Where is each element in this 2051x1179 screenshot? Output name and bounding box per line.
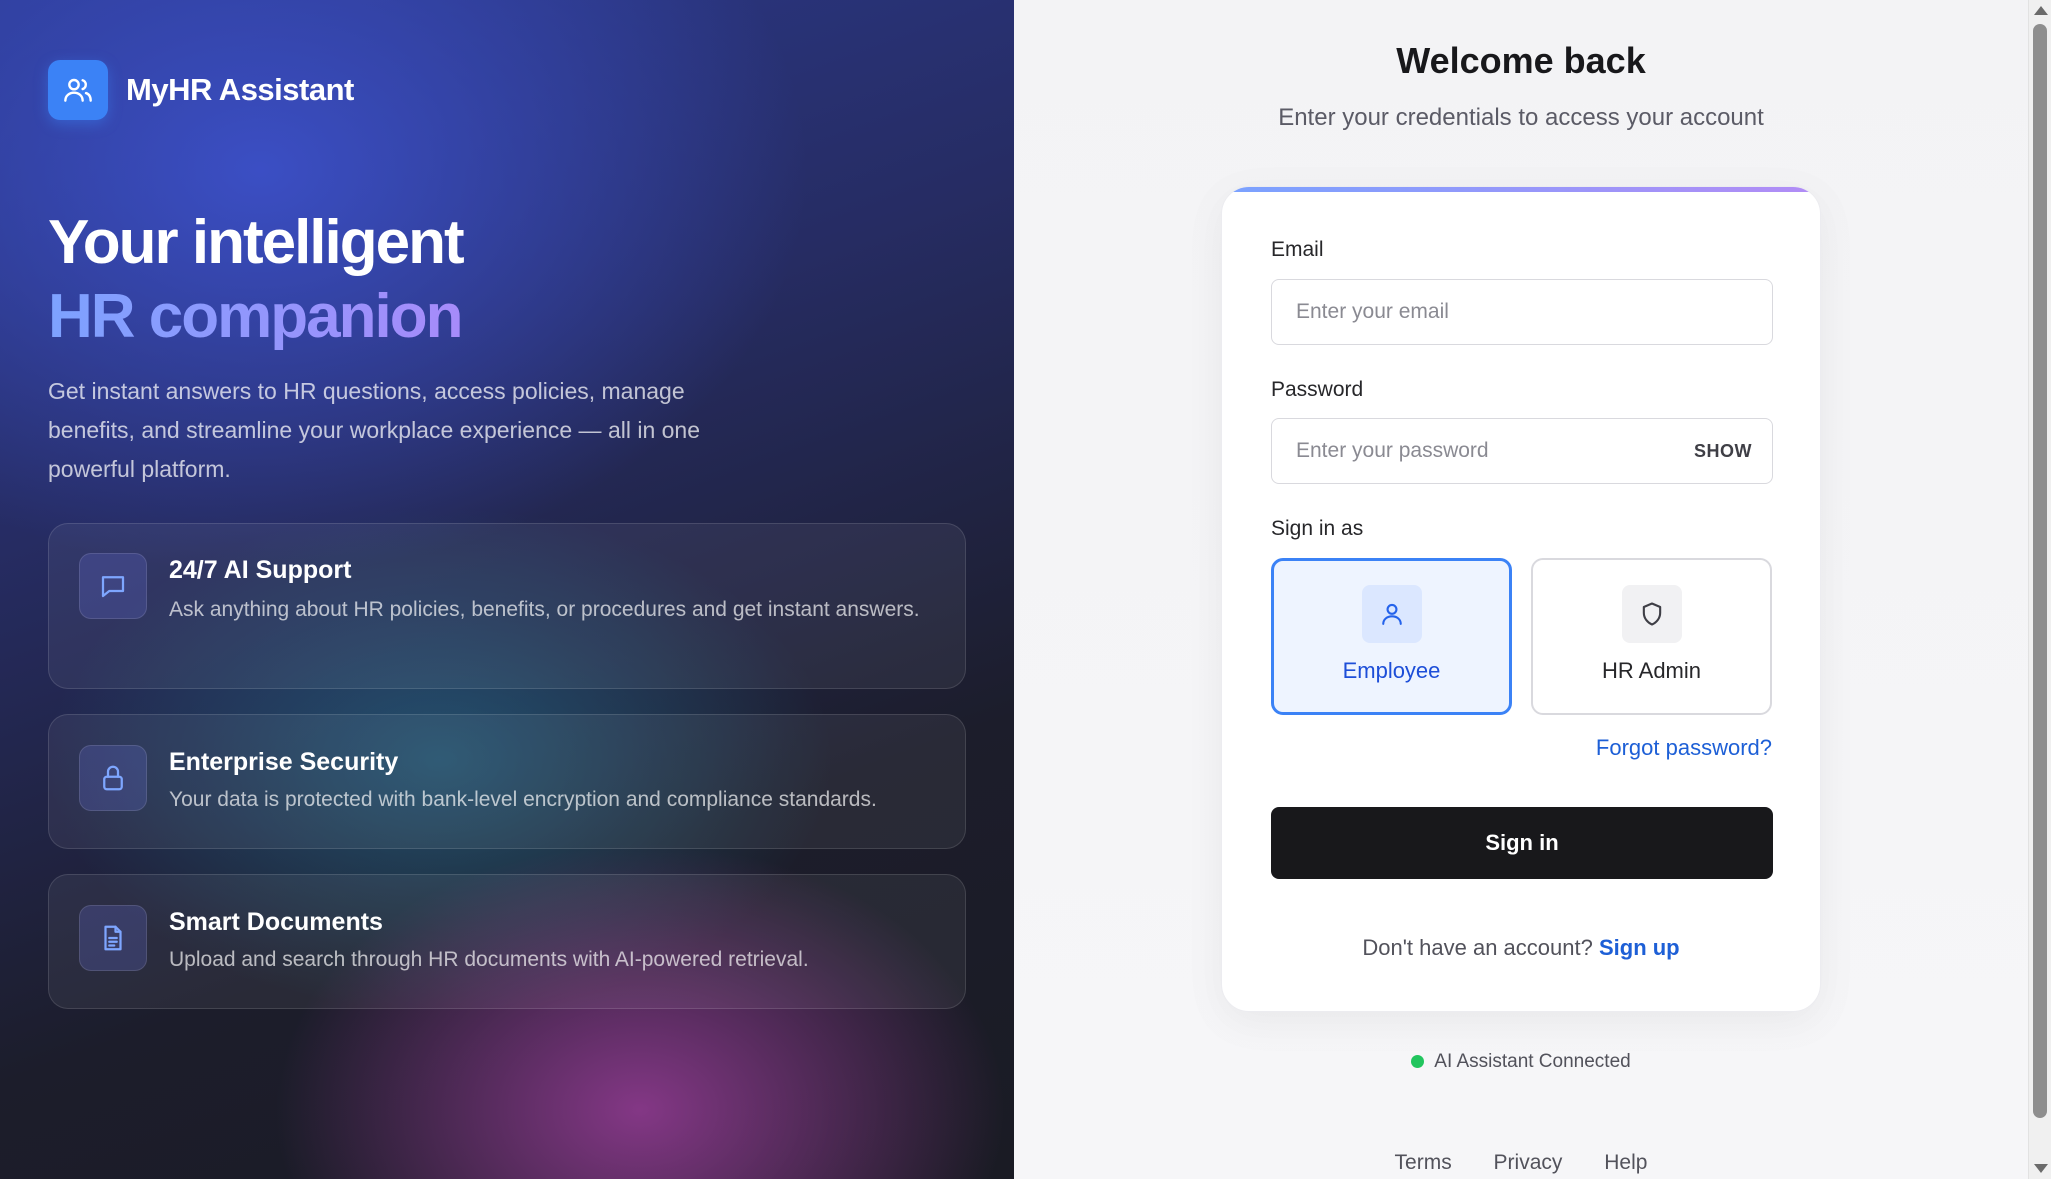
- feature-card-documents: Smart Documents Upload and search throug…: [48, 874, 966, 1009]
- footer-link-help[interactable]: Help: [1604, 1151, 1647, 1174]
- brand-name: MyHR Assistant: [126, 72, 354, 107]
- feature-description: Upload and search through HR documents w…: [169, 948, 809, 971]
- scroll-down-arrow-icon[interactable]: [2034, 1164, 2048, 1173]
- feature-title: Enterprise Security: [169, 748, 399, 776]
- page-subtitle: Enter your credentials to access your ac…: [1278, 104, 1764, 131]
- role-label: HR Admin: [1601, 658, 1702, 683]
- page-title: Welcome back: [1396, 40, 1646, 81]
- footer-link-terms[interactable]: Terms: [1395, 1151, 1452, 1174]
- login-card: Email Password SHOW Sign in as Employee …: [1221, 186, 1821, 1012]
- email-label: Email: [1271, 238, 1324, 261]
- show-password-button[interactable]: SHOW: [1694, 441, 1752, 462]
- scroll-up-arrow-icon[interactable]: [2034, 6, 2048, 15]
- user-icon: [1361, 585, 1422, 643]
- feature-title: 24/7 AI Support: [169, 556, 352, 584]
- hero-line-2: HR companion: [48, 280, 463, 354]
- password-label: Password: [1271, 378, 1364, 401]
- connection-status: AI Assistant Connected: [1014, 1051, 2028, 1073]
- footer-link-privacy[interactable]: Privacy: [1494, 1151, 1563, 1174]
- email-input[interactable]: [1271, 279, 1773, 345]
- role-option-hr-admin[interactable]: HR Admin: [1531, 558, 1772, 715]
- vertical-scrollbar[interactable]: [2028, 0, 2051, 1179]
- marketing-panel: MyHR Assistant Your intelligent HR compa…: [0, 0, 1014, 1179]
- sign-up-link[interactable]: Sign up: [1599, 935, 1680, 960]
- feature-title: Smart Documents: [169, 908, 383, 936]
- hero-description: Get instant answers to HR questions, acc…: [48, 378, 701, 482]
- role-label: Employee: [1342, 658, 1441, 683]
- feature-card-ai-support: 24/7 AI Support Ask anything about HR po…: [48, 523, 966, 689]
- feature-description: Ask anything about HR policies, benefits…: [169, 598, 920, 621]
- role-option-employee[interactable]: Employee: [1271, 558, 1512, 715]
- feature-description: Your data is protected with bank-level e…: [169, 788, 877, 811]
- users-icon: [48, 60, 108, 120]
- shield-icon: [1621, 585, 1682, 643]
- login-panel: Welcome back Enter your credentials to a…: [1014, 0, 2028, 1179]
- signup-row: Don't have an account? Sign up: [1222, 935, 1820, 961]
- brand: MyHR Assistant: [48, 60, 354, 120]
- sign-in-button[interactable]: Sign in: [1271, 807, 1773, 879]
- document-icon: [79, 905, 147, 971]
- forgot-password-link[interactable]: Forgot password?: [1596, 735, 1772, 761]
- sign-in-as-label: Sign in as: [1271, 517, 1364, 540]
- status-dot: [1411, 1055, 1425, 1068]
- message-icon: [79, 553, 147, 619]
- hero-line-1: Your intelligent: [48, 208, 465, 277]
- card-accent-bar: [1222, 187, 1820, 192]
- feature-card-security: Enterprise Security Your data is protect…: [48, 714, 966, 849]
- footer-links: Terms Privacy Help: [1014, 1151, 2028, 1175]
- signup-prompt: Don't have an account?: [1362, 935, 1593, 960]
- scrollbar-thumb[interactable]: [2033, 24, 2047, 1118]
- hero-headline: Your intelligent HR companion: [48, 206, 465, 354]
- status-text: AI Assistant Connected: [1434, 1051, 1631, 1072]
- lock-icon: [79, 745, 147, 811]
